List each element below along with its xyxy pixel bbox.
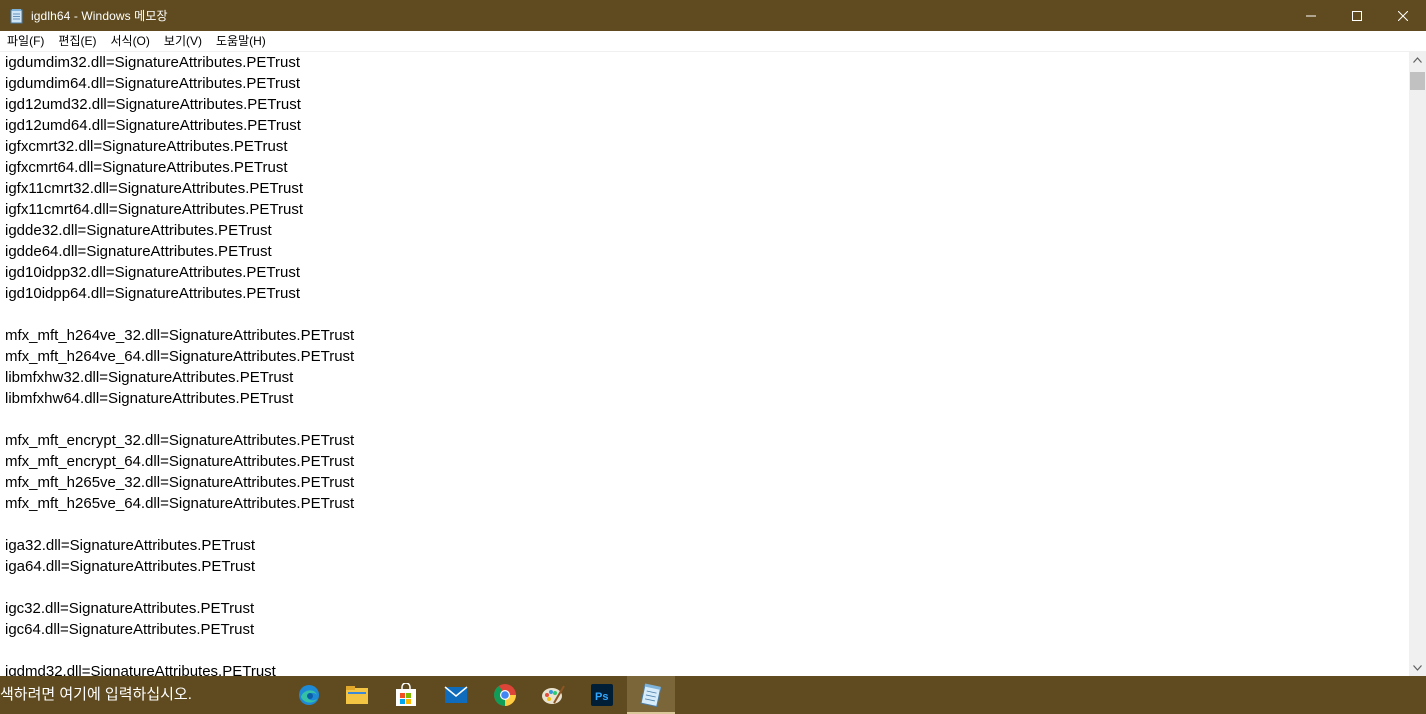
text-line: igd10idpp32.dll=SignatureAttributes.PETr…: [5, 264, 301, 281]
text-line: mfx_mft_h264ve_64.dll=SignatureAttribute…: [5, 348, 355, 365]
text-line: mfx_mft_encrypt_64.dll=SignatureAttribut…: [5, 453, 355, 470]
scroll-thumb[interactable]: [1410, 72, 1425, 90]
text-line: igfx11cmrt64.dll=SignatureAttributes.PET…: [5, 201, 304, 218]
menu-view[interactable]: 보기(V): [157, 31, 209, 51]
close-button[interactable]: [1380, 0, 1426, 31]
menu-file[interactable]: 파일(F): [0, 31, 51, 51]
close-icon: [1398, 10, 1408, 21]
text-line: igc64.dll=SignatureAttributes.PETrust: [5, 621, 255, 638]
text-line: igdde32.dll=SignatureAttributes.PETrust: [5, 222, 272, 239]
minimize-icon: [1306, 15, 1316, 16]
scroll-up-arrow-icon[interactable]: [1409, 51, 1426, 68]
menu-edit[interactable]: 편집(E): [51, 31, 103, 51]
menu-format[interactable]: 서식(O): [103, 31, 156, 51]
paint-icon[interactable]: [529, 676, 577, 714]
taskbar-search-input[interactable]: 색하려면 여기에 입력하십시오.: [0, 676, 192, 714]
file-explorer-icon[interactable]: [333, 676, 381, 714]
chrome-icon[interactable]: [481, 676, 529, 714]
text-line: libmfxhw32.dll=SignatureAttributes.PETru…: [5, 369, 294, 386]
notepad-icon[interactable]: [627, 676, 675, 714]
text-line: mfx_mft_h265ve_64.dll=SignatureAttribute…: [5, 495, 355, 512]
text-line: mfx_mft_h265ve_32.dll=SignatureAttribute…: [5, 474, 355, 491]
text-line: igfx11cmrt32.dll=SignatureAttributes.PET…: [5, 180, 304, 197]
text-line: mfx_mft_h264ve_32.dll=SignatureAttribute…: [5, 327, 355, 344]
text-editor[interactable]: igdumdim32.dll=SignatureAttributes.PETru…: [0, 51, 1409, 677]
scroll-down-arrow-icon[interactable]: [1409, 659, 1426, 676]
maximize-icon: [1352, 10, 1362, 21]
taskbar: 색하려면 여기에 입력하십시오. Ps: [0, 676, 1426, 714]
text-line: igdumdim32.dll=SignatureAttributes.PETru…: [5, 54, 301, 71]
maximize-button[interactable]: [1334, 0, 1380, 31]
store-icon[interactable]: [382, 676, 430, 714]
text-line: iga32.dll=SignatureAttributes.PETrust: [5, 537, 255, 554]
title-bar[interactable]: igdlh64 - Windows 메모장: [0, 0, 1426, 31]
text-line: igd12umd32.dll=SignatureAttributes.PETru…: [5, 96, 301, 113]
text-line: iga64.dll=SignatureAttributes.PETrust: [5, 558, 255, 575]
photoshop-label: Ps: [595, 691, 608, 703]
menu-help[interactable]: 도움말(H): [209, 31, 273, 51]
minimize-button[interactable]: [1288, 0, 1334, 31]
text-line: igfxcmrt32.dll=SignatureAttributes.PETru…: [5, 138, 288, 155]
text-line: igdmd32.dll=SignatureAttributes.PETrust: [5, 663, 276, 677]
mail-icon[interactable]: [432, 676, 480, 714]
text-line: igdumdim64.dll=SignatureAttributes.PETru…: [5, 75, 301, 92]
menu-bar: 파일(F) 편집(E) 서식(O) 보기(V) 도움말(H): [0, 31, 1426, 51]
vertical-scrollbar[interactable]: [1409, 51, 1426, 676]
text-line: igd12umd64.dll=SignatureAttributes.PETru…: [5, 117, 301, 134]
text-line: igc32.dll=SignatureAttributes.PETrust: [5, 600, 255, 617]
photoshop-icon[interactable]: Ps: [578, 676, 626, 714]
text-line: igfxcmrt64.dll=SignatureAttributes.PETru…: [5, 159, 288, 176]
notepad-app-icon: [9, 8, 25, 24]
text-line: libmfxhw64.dll=SignatureAttributes.PETru…: [5, 390, 294, 407]
window-title: igdlh64 - Windows 메모장: [31, 9, 168, 23]
text-line: igd10idpp64.dll=SignatureAttributes.PETr…: [5, 285, 301, 302]
edge-icon[interactable]: [285, 676, 333, 714]
text-line: mfx_mft_encrypt_32.dll=SignatureAttribut…: [5, 432, 355, 449]
text-line: igdde64.dll=SignatureAttributes.PETrust: [5, 243, 272, 260]
